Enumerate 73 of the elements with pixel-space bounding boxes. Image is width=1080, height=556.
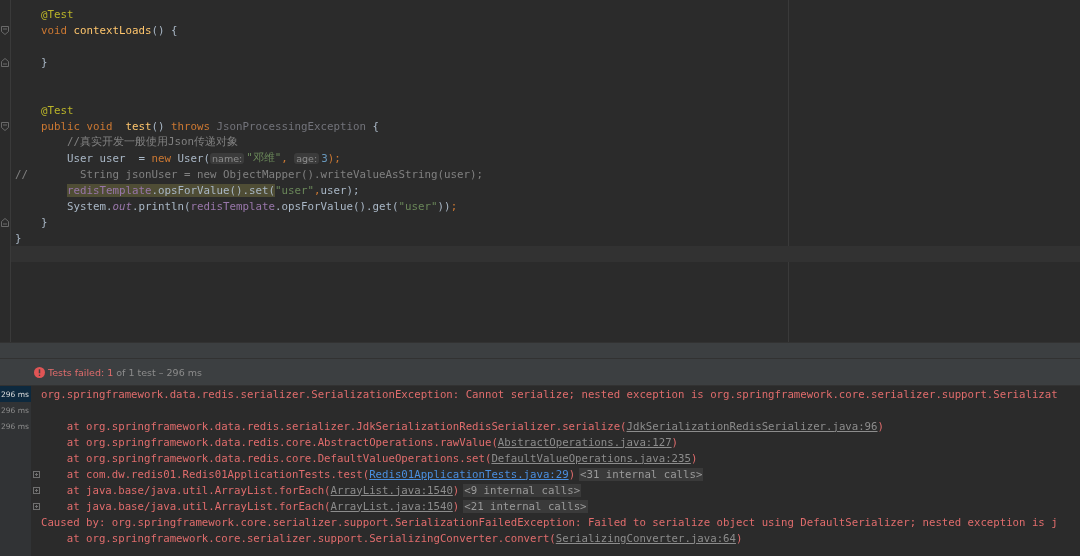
source-link[interactable]: ArrayList.java:1540 [330, 499, 453, 513]
stack-frame-paren: ) [452, 499, 460, 513]
fold-icon[interactable] [1, 25, 9, 35]
code-token: public void [41, 119, 114, 133]
code-token: () [151, 119, 166, 133]
code-token: 3 [321, 151, 328, 165]
error-message: org.springframework.data.redis.serializer.SerializationException: Cannot serialize; nested exception is org.springframework.core.serializer.support.Serializat [41, 387, 1058, 401]
stack-frame-paren: ) [568, 467, 576, 481]
code-token: () { [151, 23, 178, 37]
code-token: out [112, 199, 133, 213]
fold-icon[interactable] [1, 121, 9, 131]
code-token: test [125, 119, 152, 133]
code-token: "user" [398, 199, 438, 213]
stack-frame-paren: ) [671, 435, 678, 449]
code-token: { [372, 119, 380, 133]
source-link[interactable]: AbstractOperations.java:127 [497, 435, 672, 449]
code-token: throws [171, 119, 212, 133]
parameter-hint: age: [294, 152, 320, 164]
expand-icon[interactable] [32, 470, 40, 478]
code-token: .opsForValue().set( [151, 183, 276, 197]
stack-frame: at java.base/java.util.ArrayList.forEach( [41, 499, 331, 513]
stack-frame: at com.dw.redis01.Redis01ApplicationTests.test( [41, 467, 370, 481]
source-link[interactable]: Redis01ApplicationTests.java:29 [369, 467, 569, 481]
code-token: ); [327, 151, 341, 165]
code-token: User user = [67, 151, 147, 165]
code-token: System. [67, 199, 113, 213]
fold-icon[interactable] [1, 57, 9, 67]
source-link[interactable]: DefaultValueOperations.java:235 [491, 451, 691, 465]
internal-calls-badge[interactable]: <31 internal calls> [579, 467, 704, 481]
test-summary: of 1 test – 296 ms [116, 366, 202, 378]
internal-calls-badge[interactable]: <9 internal calls> [463, 483, 582, 497]
parameter-hint: name: [210, 152, 245, 164]
stack-frame-paren: ) [452, 483, 460, 497]
code-token: } [15, 231, 22, 245]
code-token: contextLoads [73, 23, 152, 37]
stack-frame: at org.springframework.data.redis.core.DefaultValueOperations.set( [41, 451, 492, 465]
code-token: "邓维" [246, 151, 282, 165]
code-token: new [151, 151, 173, 165]
code-token: redisTemplate [190, 199, 276, 213]
code-token: user); [320, 183, 360, 197]
internal-calls-badge[interactable]: <21 internal calls> [463, 499, 588, 513]
stack-frame: at org.springframework.core.serializer.support.SerializingConverter.convert( [41, 531, 556, 545]
stack-frame: at java.base/java.util.ArrayList.forEach( [41, 483, 331, 497]
code-token: .opsForValue().get( [275, 199, 399, 213]
code-token: @Test [41, 7, 74, 21]
code-token: ; [450, 199, 458, 213]
code-token: } [41, 55, 48, 69]
code-token: User( [177, 151, 211, 165]
error-message: Caused by: org.springframework.core.serializer.support.SerializationFailedException: Failed to serialize object using DefaultSerializer; nested exception is j [41, 515, 1058, 529]
code-token: @Test [41, 103, 74, 117]
code-token: , [314, 183, 321, 197]
stack-frame-paren: ) [735, 531, 743, 545]
code-token: redisTemplate [67, 183, 152, 197]
error-icon [34, 366, 45, 378]
code-token: } [41, 215, 48, 229]
fold-icon[interactable] [1, 217, 9, 227]
code-token: void [41, 23, 69, 37]
source-link[interactable]: JdkSerializationRedisSerializer.java:96 [626, 419, 878, 433]
code-token: // String jsonUser = new ObjectMapper().writeValueAsString(user); [15, 167, 484, 181]
expand-icon[interactable] [32, 486, 40, 494]
stack-frame-paren: ) [690, 451, 698, 465]
expand-icon[interactable] [32, 502, 40, 510]
code-token: JsonProcessingException [216, 119, 368, 133]
test-status: Tests failed: 1 [48, 366, 114, 378]
stack-frame: at org.springframework.data.redis.core.AbstractOperations.rawValue( [41, 435, 498, 449]
source-link[interactable]: ArrayList.java:1540 [330, 483, 453, 497]
code-token: , [281, 151, 289, 165]
code-token: )) [437, 199, 451, 213]
stack-frame-paren: ) [877, 419, 884, 433]
source-link[interactable]: SerializingConverter.java:64 [555, 531, 736, 545]
code-token: .println( [132, 199, 191, 213]
stack-frame: at org.springframework.data.redis.serializer.JdkSerializationRedisSerializer.serialize( [41, 419, 627, 433]
code-token: "user" [275, 183, 315, 197]
